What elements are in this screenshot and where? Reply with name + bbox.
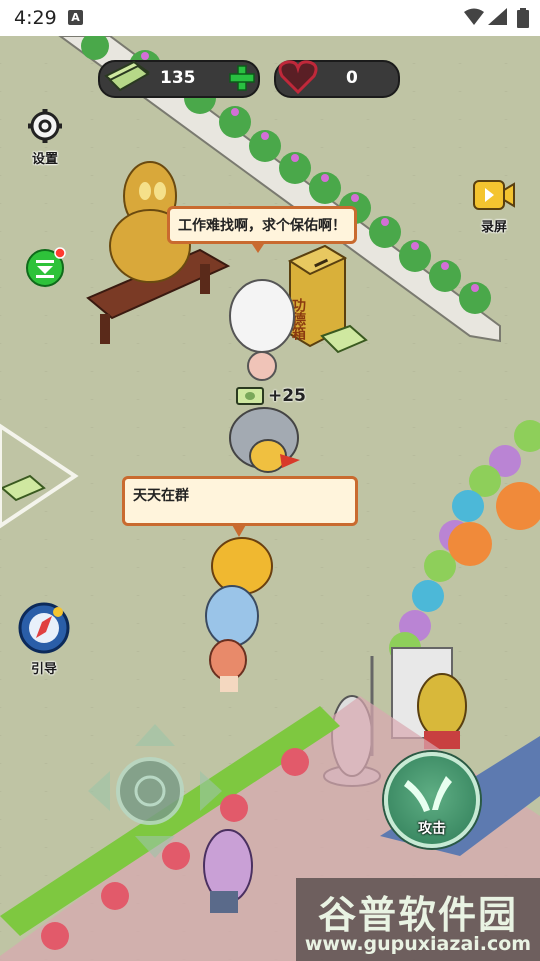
watermark-url: www.gupuxiazai.com [304,933,532,955]
record-label: 录屏 [480,220,507,235]
player-character [205,537,273,692]
player-speech-text: 天天在群 [133,488,189,504]
npc-speech-bubble: 工作难找啊，求个保佑啊！ [167,206,357,253]
npc-speech-text: 工作难找啊，求个保佑啊！ [178,218,346,234]
video-camera-icon [473,180,515,210]
watermark-title: 谷普软件园 [317,893,518,937]
signal-icon [488,8,507,25]
attack-label: 攻击 [418,821,446,837]
speech-tail [231,523,247,537]
cat-npc [417,673,467,749]
speech-tail [250,241,266,253]
grey-hair-npc [229,407,300,473]
sheep-npc [229,279,295,381]
download-icon [26,247,66,287]
hearts-value: 0 [346,68,358,88]
golden-statue [86,161,231,344]
guide-button[interactable]: 引导 [16,602,72,677]
status-time: 4:29 [14,7,57,29]
attack-button[interactable]: 攻击 [384,752,480,848]
hearts-counter: 0 [274,60,400,98]
status-bar: 4:29 A [0,0,540,36]
money-counter: 135 [98,60,260,98]
joystick-ring [88,724,222,858]
gear-icon [28,109,62,143]
cash-pile [0,324,368,502]
money-value: 135 [160,68,196,88]
game-scene[interactable]: 功德箱 135 0 设置 录屏 引导 工作难找啊，求个保佑啊！ +25 天天在群… [0,36,540,961]
player-speech-bubble: 天天在群 [122,476,358,537]
compass-icon [18,602,70,654]
guide-label: 引导 [30,662,57,677]
record-screen-button[interactable]: 录屏 [470,178,518,235]
battery-icon [517,8,529,28]
settings-label: 设置 [31,152,58,167]
mail-button[interactable] [25,246,66,287]
add-money-button[interactable] [228,64,256,92]
movement-joystick[interactable] [80,716,230,866]
notification-icon: A [68,10,83,25]
cash-icon [236,387,264,405]
wifi-icon [464,8,484,25]
cash-icon [104,60,150,92]
settings-button[interactable]: 设置 [22,108,68,167]
reward-text: +25 [268,386,306,406]
balloon-arch [389,420,540,739]
watermark: 谷普软件园 www.gupuxiazai.com [296,878,540,961]
heart-icon [278,60,318,95]
reward-indicator: +25 [236,386,306,406]
